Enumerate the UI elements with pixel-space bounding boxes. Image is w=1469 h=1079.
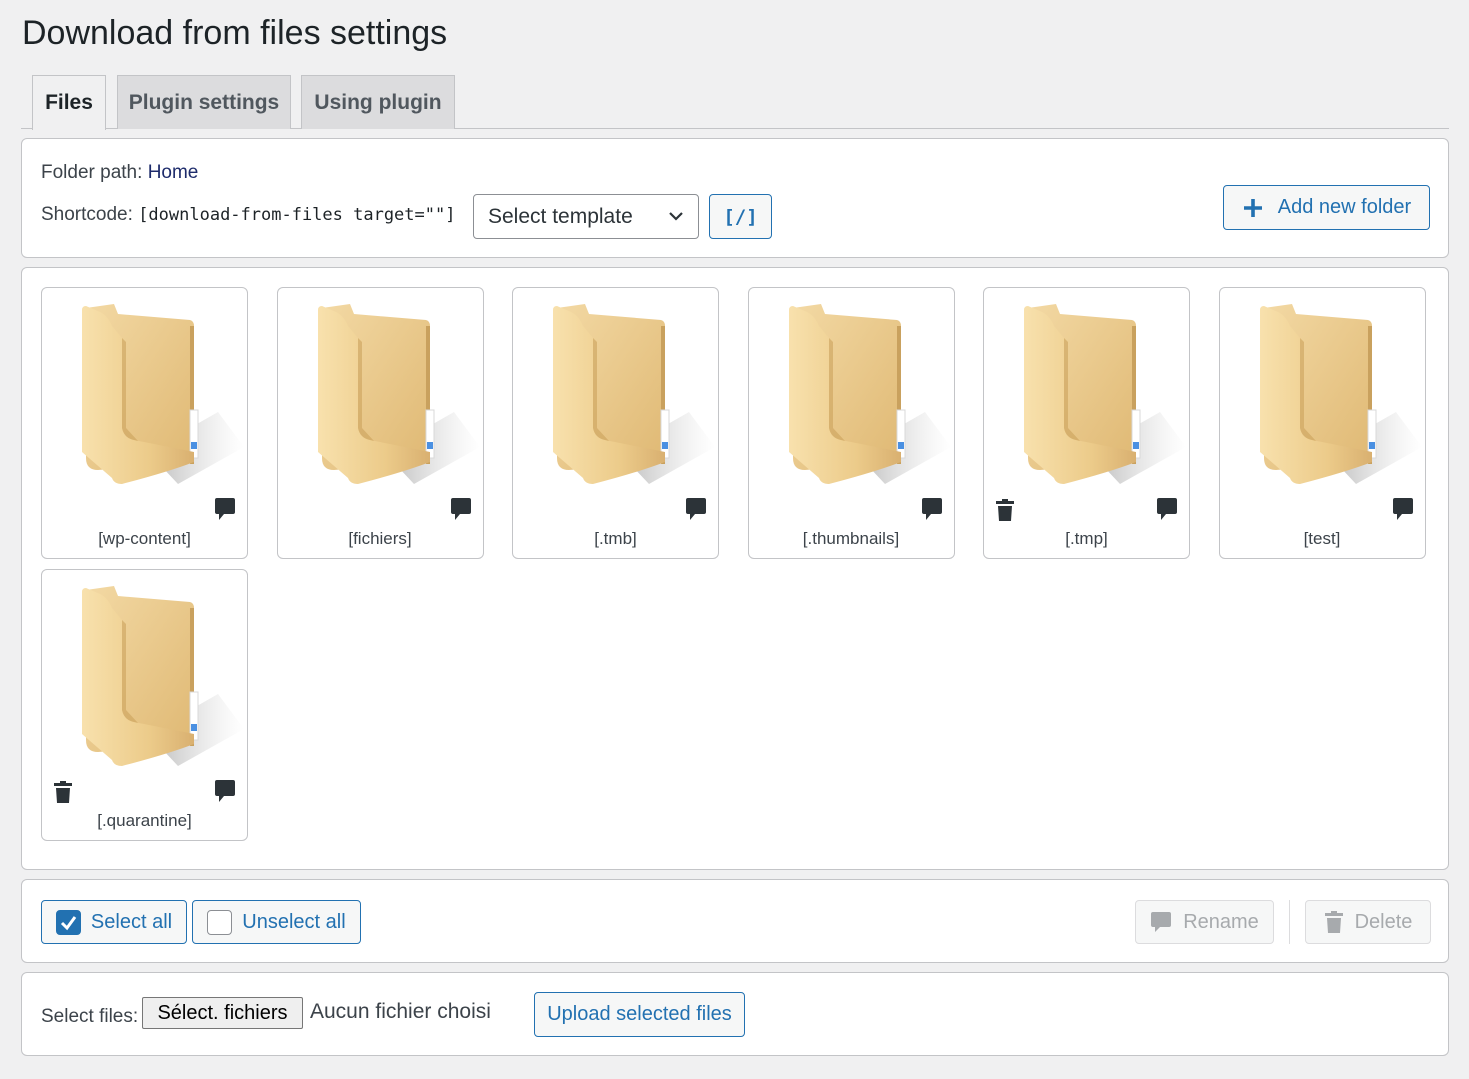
shortcode-value: [download-from-files target=""] (138, 205, 456, 225)
unselect-all-button[interactable]: Unselect all (192, 900, 361, 944)
folder-card[interactable]: [.tmb] (512, 287, 719, 559)
no-file-chosen-text: Aucun fichier choisi (310, 1000, 491, 1023)
folder-card[interactable]: [wp-content] (41, 287, 248, 559)
add-new-folder-button[interactable]: Add new folder (1223, 185, 1430, 230)
shortcode-label: Shortcode: (41, 204, 133, 225)
folder-grid-panel: [wp-content] [fichiers] [.tmb] [.thumbna… (21, 267, 1449, 870)
folder-path-home-link[interactable]: Home (148, 162, 199, 183)
tab-using-plugin[interactable]: Using plugin (301, 75, 455, 129)
shortcode-row: Shortcode: [download-from-files target="… (41, 204, 455, 226)
comment-icon[interactable] (1156, 497, 1178, 521)
folder-icon (78, 302, 244, 484)
add-new-folder-label: Add new folder (1277, 196, 1412, 218)
trash-icon[interactable] (53, 780, 73, 804)
folder-card[interactable]: [test] (1218, 287, 1426, 559)
checkbox-empty-icon (207, 909, 233, 935)
comment-icon[interactable] (214, 497, 236, 521)
upload-panel: Select files: Sélect. fichiers Aucun fic… (21, 972, 1449, 1056)
folder-card[interactable]: [.tmp] (983, 287, 1190, 559)
delete-label: Delete (1354, 910, 1413, 933)
choose-files-button[interactable]: Sélect. fichiers (142, 997, 303, 1029)
folder-icon (78, 584, 244, 766)
folder-name: [.thumbnails] (802, 529, 900, 548)
rename-button[interactable]: Rename (1135, 900, 1274, 944)
select-all-button[interactable]: Select all (41, 900, 187, 944)
folder-icon (549, 302, 715, 484)
comment-icon[interactable] (685, 497, 707, 521)
trash-icon[interactable] (995, 498, 1015, 522)
plus-icon (1243, 198, 1262, 217)
folder-name: [test] (1303, 529, 1341, 548)
delete-button[interactable]: Delete (1305, 900, 1431, 944)
folder-name: [.tmp] (1065, 529, 1108, 548)
trash-icon (1324, 911, 1343, 933)
comment-icon[interactable] (1392, 497, 1414, 521)
folder-card[interactable]: [.quarantine] (41, 569, 248, 841)
select-all-label: Select all (90, 910, 173, 933)
folder-icon (785, 302, 951, 484)
tab-plugin-settings[interactable]: Plugin settings (117, 75, 291, 129)
folder-card[interactable]: [fichiers] (276, 287, 484, 559)
folder-path: Folder path: Home (41, 162, 198, 184)
unselect-all-label: Unselect all (242, 910, 346, 933)
rename-label: Rename (1183, 910, 1259, 933)
folder-name: [wp-content] (98, 529, 191, 548)
folder-icon (1256, 302, 1422, 484)
upload-selected-files-button[interactable]: Upload selected files (534, 992, 745, 1037)
folder-icon (314, 302, 480, 484)
template-select-value: Select template (488, 204, 633, 228)
folder-name: [.tmb] (594, 529, 637, 548)
selection-panel: Select all Unselect all Rename Delete (21, 879, 1449, 963)
comment-icon[interactable] (450, 497, 472, 521)
template-select[interactable]: Select template (473, 194, 699, 239)
checkbox-checked-icon (55, 909, 81, 935)
comment-icon[interactable] (214, 779, 236, 803)
folder-name: [.quarantine] (97, 811, 192, 830)
tab-files[interactable]: Files (32, 75, 106, 130)
toolbar-panel: Folder path: Home Shortcode: [download-f… (21, 138, 1449, 258)
chevron-down-icon (669, 212, 683, 221)
select-files-label: Select files: (41, 1006, 139, 1027)
insert-shortcode-button[interactable]: [/] (709, 194, 772, 239)
comment-icon[interactable] (921, 497, 943, 521)
folder-icon (1020, 302, 1186, 484)
folder-path-label: Folder path: (41, 162, 143, 183)
folder-card[interactable]: [.thumbnails] (747, 287, 955, 559)
tab-bar: Files Plugin settings Using plugin (21, 75, 1449, 130)
page-title: Download from files settings (22, 14, 448, 52)
comment-icon (1151, 912, 1172, 932)
folder-name: [fichiers] (348, 529, 412, 548)
divider (1289, 900, 1290, 944)
